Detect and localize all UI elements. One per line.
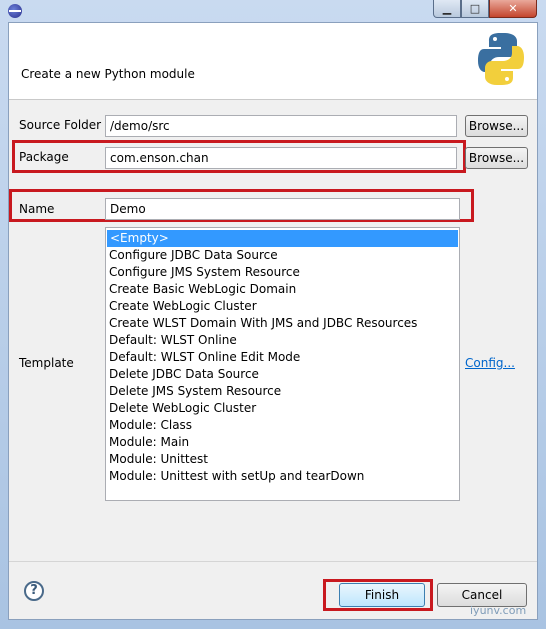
title-bar[interactable]: ▁ □ ✕ [0,0,546,22]
template-item[interactable]: Module: Unittest [106,451,459,468]
package-browse-button[interactable]: Browse... [465,147,528,169]
template-item[interactable]: Module: Unittest with setUp and tearDown [106,468,459,485]
template-item[interactable]: Configure JMS System Resource [106,264,459,281]
eclipse-icon [8,4,22,18]
source-folder-label: Source Folder [19,118,102,132]
name-input[interactable]: Demo [105,198,460,220]
dialog-client-area: Create a new Python module Source Folder… [8,22,538,620]
template-list[interactable]: <Empty> Configure JDBC Data Source Confi… [105,227,460,501]
template-item[interactable]: Module: Class [106,417,459,434]
finish-button[interactable]: Finish [339,583,425,607]
wizard-header: Create a new Python module [9,23,537,100]
template-item[interactable]: Configure JDBC Data Source [106,247,459,264]
package-label: Package [19,150,69,164]
template-label: Template [19,356,74,370]
template-item[interactable]: <Empty> [107,230,458,247]
minimize-button[interactable]: ▁ [433,0,461,18]
wizard-title: Create a new Python module [21,67,195,81]
template-item[interactable]: Default: WLST Online Edit Mode [106,349,459,366]
python-logo-icon [478,33,524,85]
source-folder-browse-button[interactable]: Browse... [465,115,528,137]
watermark-text: iyunv.com [470,604,527,617]
template-item[interactable]: Delete JMS System Resource [106,383,459,400]
package-input[interactable]: com.enson.chan [105,147,457,169]
template-item[interactable]: Module: Main [106,434,459,451]
template-item[interactable]: Create WebLogic Cluster [106,298,459,315]
template-config-link[interactable]: Config... [465,356,515,370]
footer-separator [9,561,537,562]
maximize-button[interactable]: □ [461,0,489,18]
template-item[interactable]: Create WLST Domain With JMS and JDBC Res… [106,315,459,332]
template-item[interactable]: Create Basic WebLogic Domain [106,281,459,298]
help-icon[interactable]: ? [24,581,44,601]
template-item[interactable]: Default: WLST Online [106,332,459,349]
template-item[interactable]: Delete JDBC Data Source [106,366,459,383]
dialog-window: ▁ □ ✕ Create a new Python module Source … [0,0,546,629]
source-folder-input[interactable]: /demo/src [105,115,457,137]
close-button[interactable]: ✕ [489,0,537,18]
template-item[interactable]: Delete WebLogic Cluster [106,400,459,417]
name-label: Name [19,202,55,216]
